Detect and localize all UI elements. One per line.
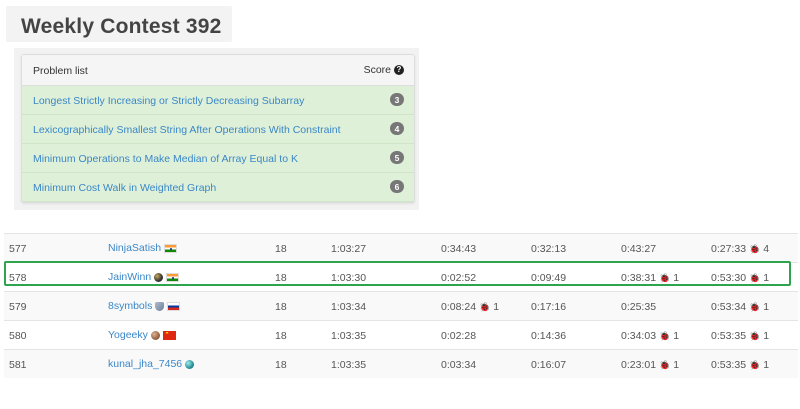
score-badge: 5 (390, 151, 404, 164)
q4-time: 0:53:35 🐞 1 (711, 359, 769, 371)
username-link[interactable]: kunal_jha_7456 (108, 358, 182, 370)
bug-icon: 🐞 (659, 330, 671, 341)
bug-icon: 🐞 (749, 330, 761, 341)
score-badge: 4 (390, 122, 404, 135)
q1-time-value: 0:02:28 (441, 330, 477, 342)
q4-time: 0:27:33 🐞 4 (711, 243, 769, 255)
wrong-answer-count: 1 (763, 359, 770, 371)
finish-time: 1:03:27 (331, 243, 367, 255)
q4-time-value: 0:27:33 (711, 243, 747, 255)
score-badge: 3 (390, 93, 404, 106)
contest-title-box: Weekly Contest 392 (6, 6, 232, 42)
problem-row: Minimum Operations to Make Median of Arr… (22, 144, 414, 173)
user-badge-icon (155, 301, 165, 311)
china-flag-icon (162, 330, 176, 340)
highlighted-row-outline (4, 261, 791, 286)
problem-row: Minimum Cost Walk in Weighted Graph 6 (22, 173, 414, 202)
q2-time-value: 0:14:36 (531, 330, 567, 342)
score: 18 (275, 330, 287, 342)
wrong-answer-count: 1 (673, 330, 680, 342)
wrong-answer-count: 4 (763, 243, 770, 255)
score-badge: 6 (390, 180, 404, 193)
bug-icon: 🐞 (749, 301, 761, 312)
problem-list-panel: Problem list Score ? Longest Strictly In… (21, 54, 415, 203)
wrong-answer-count: 1 (673, 359, 680, 371)
q3-time: 0:34:03 🐞 1 (621, 330, 679, 342)
bug-icon: 🐞 (749, 359, 761, 370)
user-cell: kunal_jha_7456 (108, 358, 195, 370)
table-row: 579 8symbols 18 1:03:34 0:08:24 🐞 1 0:17:1… (4, 291, 798, 320)
q3-time: 0:25:35 (621, 301, 656, 313)
q1-time: 0:02:28 (441, 330, 476, 342)
score: 18 (275, 359, 287, 371)
user-cell: 8symbols (108, 300, 181, 312)
q2-time: 0:32:13 (531, 243, 566, 255)
bug-icon: 🐞 (749, 243, 761, 254)
problem-link[interactable]: Longest Strictly Increasing or Strictly … (33, 95, 304, 107)
rank: 579 (9, 301, 27, 313)
page-title: Weekly Contest 392 (21, 15, 222, 38)
india-flag-icon (164, 243, 178, 253)
q2-time: 0:14:36 (531, 330, 566, 342)
q3-time: 0:43:27 (621, 243, 656, 255)
table-row: 577 NinjaSatish 18 1:03:27 0:34:43 0:32:… (4, 233, 798, 262)
problem-list-header: Problem list Score ? (22, 55, 414, 86)
q1-time: 0:34:43 (441, 243, 476, 255)
q2-time-value: 0:16:07 (531, 359, 567, 371)
score: 18 (275, 301, 287, 313)
bug-icon: 🐞 (479, 301, 491, 312)
username-link[interactable]: NinjaSatish (108, 242, 161, 254)
rank: 581 (9, 359, 27, 371)
user-cell: Yogeeky (108, 329, 176, 341)
rank: 580 (9, 330, 27, 342)
question-circle-icon[interactable]: ? (394, 65, 404, 75)
russia-flag-icon (167, 301, 181, 311)
finish-time: 1:03:35 (331, 359, 367, 371)
q1-time-value: 0:08:24 (441, 301, 477, 313)
finish-time: 1:03:34 (331, 301, 367, 313)
q1-time: 0:08:24 🐞 1 (441, 301, 499, 313)
q2-time: 0:17:16 (531, 301, 566, 313)
q4-time-value: 0:53:34 (711, 301, 747, 313)
q2-time: 0:16:07 (531, 359, 566, 371)
q3-time-value: 0:23:01 (621, 359, 657, 371)
score-label: Score (363, 64, 391, 76)
problem-link[interactable]: Minimum Cost Walk in Weighted Graph (33, 182, 216, 194)
q4-time: 0:53:34 🐞 1 (711, 301, 769, 313)
q2-time-value: 0:32:13 (531, 243, 567, 255)
finish-time: 1:03:35 (331, 330, 367, 342)
wrong-answer-count: 1 (763, 330, 770, 342)
problem-list-title: Problem list (33, 65, 88, 77)
username-link[interactable]: Yogeeky (108, 329, 148, 341)
table-row: 581 kunal_jha_7456 18 1:03:35 0:03:34 0:… (4, 349, 798, 378)
user-cell: NinjaSatish (108, 242, 178, 254)
username-link[interactable]: 8symbols (108, 300, 152, 312)
q3-time: 0:23:01 🐞 1 (621, 359, 679, 371)
q1-time: 0:03:34 (441, 359, 476, 371)
q4-time-value: 0:53:35 (711, 359, 747, 371)
q4-time-value: 0:53:35 (711, 330, 747, 342)
q3-time-value: 0:25:35 (621, 301, 657, 313)
bug-icon: 🐞 (659, 359, 671, 370)
problem-link[interactable]: Minimum Operations to Make Median of Arr… (33, 153, 298, 165)
wrong-answer-count: 1 (763, 301, 770, 313)
q2-time-value: 0:17:16 (531, 301, 567, 313)
q4-time: 0:53:35 🐞 1 (711, 330, 769, 342)
q3-time-value: 0:43:27 (621, 243, 657, 255)
problem-row: Lexicographically Smallest String After … (22, 115, 414, 144)
q1-time-value: 0:34:43 (441, 243, 477, 255)
table-row: 580 Yogeeky 18 1:03:35 0:02:28 0:14:36 0… (4, 320, 798, 349)
problem-link[interactable]: Lexicographically Smallest String After … (33, 124, 341, 136)
wrong-answer-count: 1 (493, 301, 500, 313)
score-header: Score ? (364, 64, 404, 76)
q1-time-value: 0:03:34 (441, 359, 477, 371)
user-badge-icon (150, 330, 160, 340)
score: 18 (275, 243, 287, 255)
q3-time-value: 0:34:03 (621, 330, 657, 342)
problem-row: Longest Strictly Increasing or Strictly … (22, 86, 414, 115)
rank: 577 (9, 243, 27, 255)
user-badge-icon (185, 359, 195, 369)
